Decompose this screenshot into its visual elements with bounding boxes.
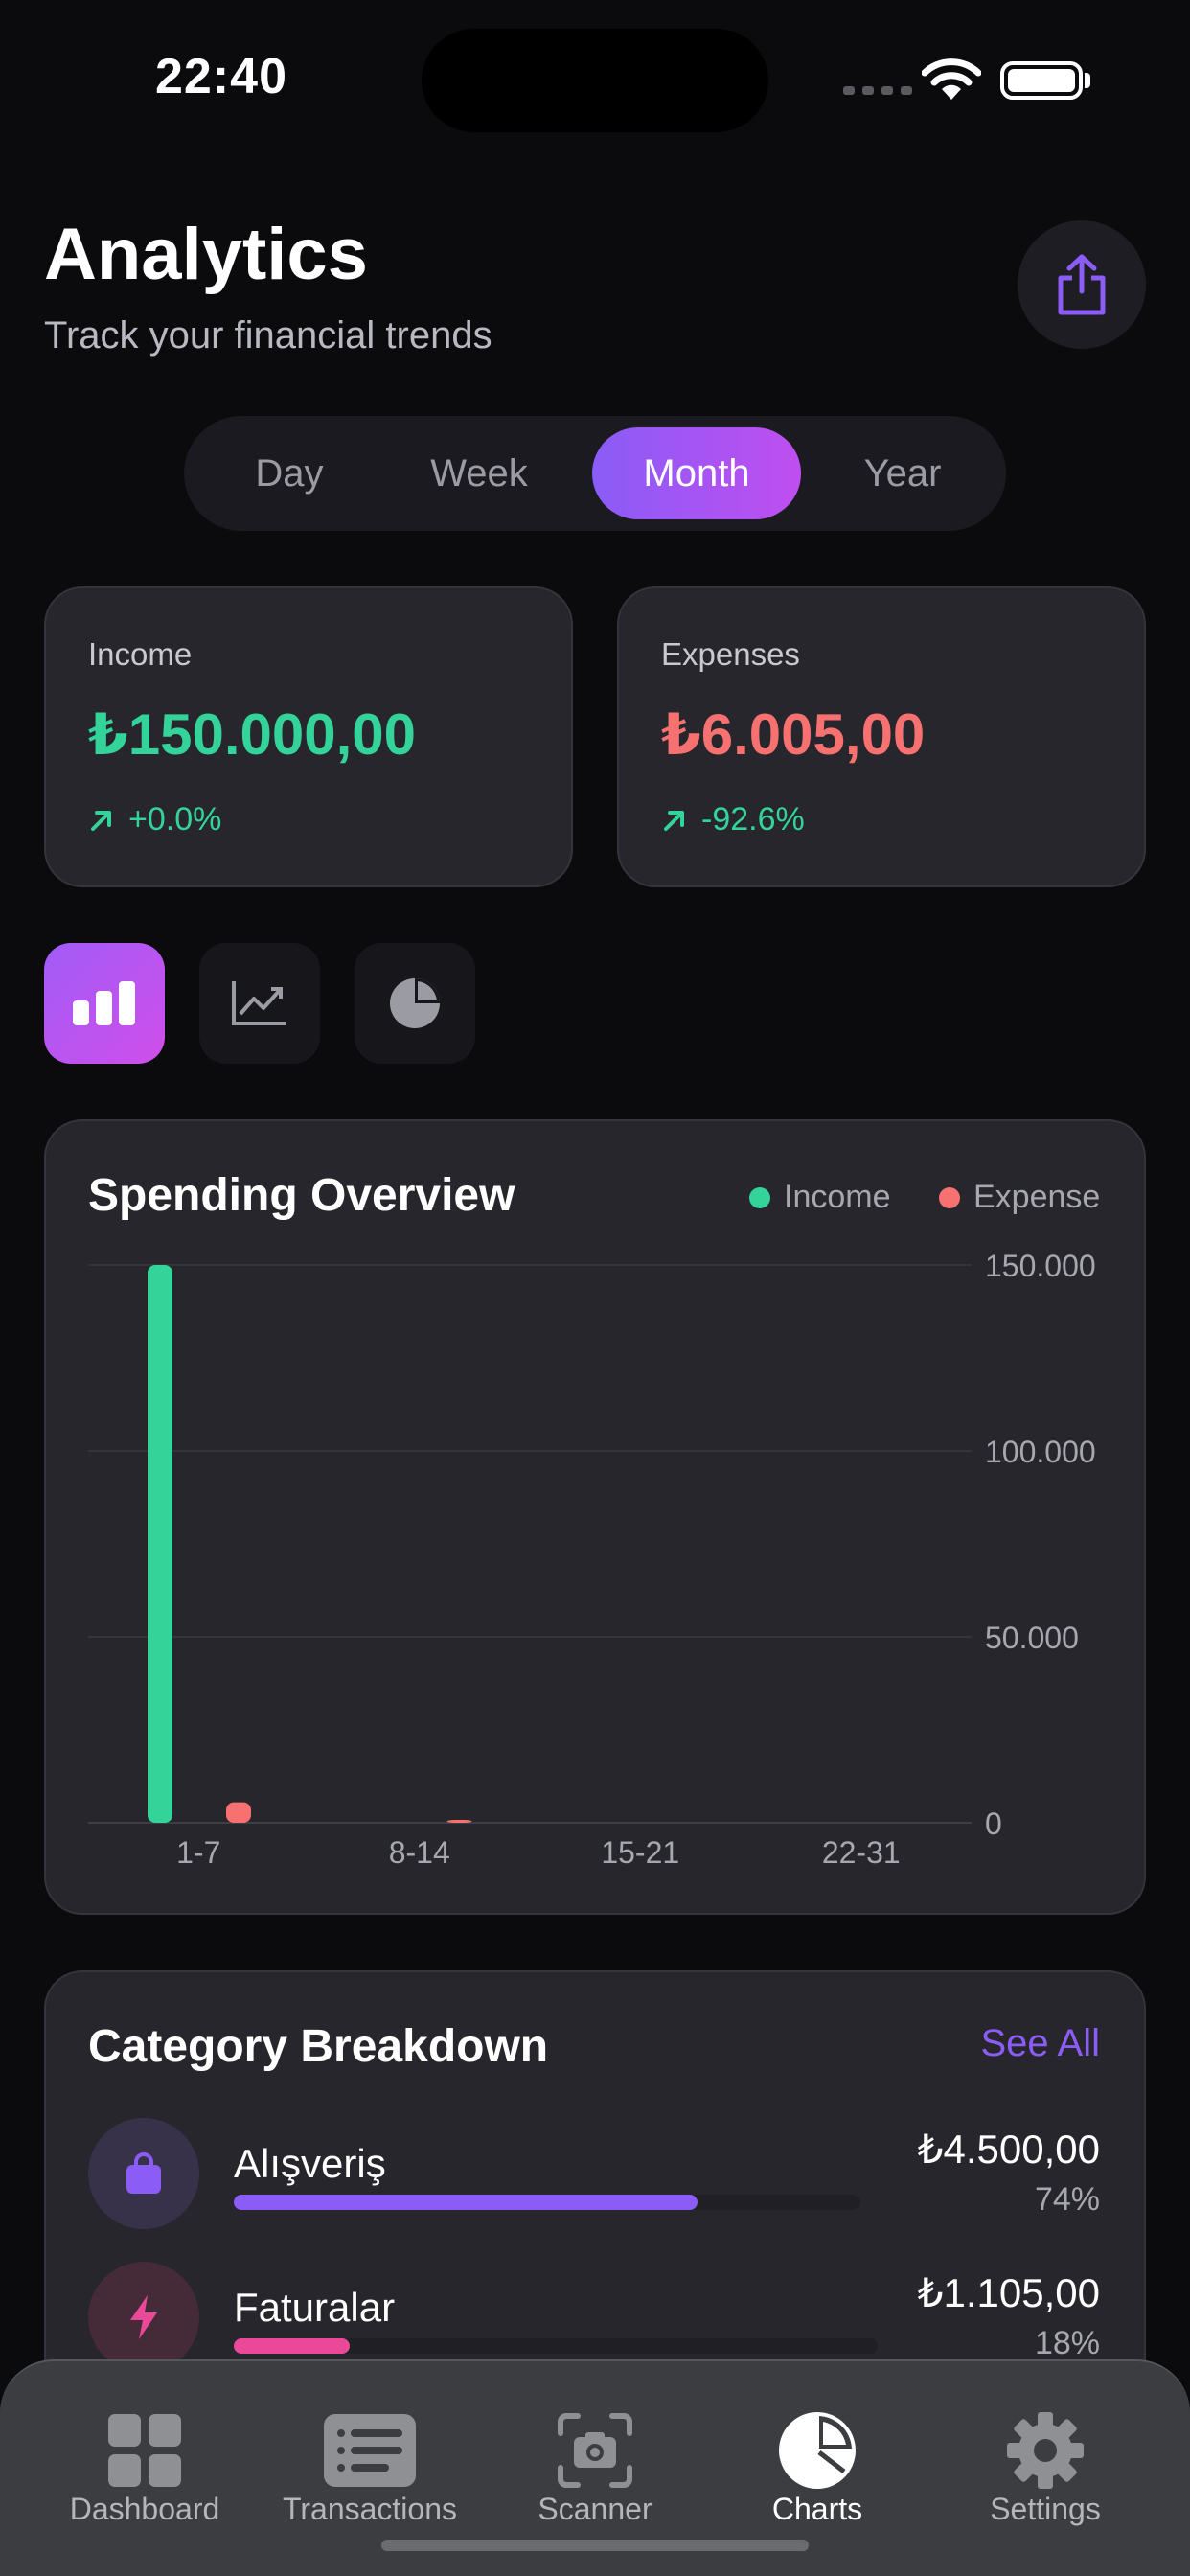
income-change-text: +0.0% bbox=[128, 801, 222, 838]
tab-label: Charts bbox=[771, 2492, 863, 2526]
expenses-label: Expenses bbox=[661, 636, 800, 672]
share-button[interactable] bbox=[1018, 220, 1146, 349]
category-progress-track bbox=[234, 2195, 860, 2210]
income-label: Income bbox=[88, 636, 193, 672]
x-tick-label: 15-21 bbox=[601, 1835, 679, 1870]
income-card[interactable]: Income ₺150.000,00 +0.0% bbox=[44, 586, 573, 887]
line-chart-icon bbox=[232, 981, 286, 1025]
period-day[interactable]: Day bbox=[203, 427, 376, 519]
category-name: Faturalar bbox=[234, 2285, 396, 2330]
tab-label: Transactions bbox=[283, 2492, 457, 2526]
tab-label: Scanner bbox=[538, 2492, 652, 2526]
cellular-signal-icon bbox=[843, 86, 912, 95]
page-title: Analytics bbox=[44, 214, 368, 295]
charts-icon bbox=[779, 2412, 856, 2489]
tab-label: Settings bbox=[990, 2492, 1101, 2526]
category-percent: 18% bbox=[1034, 2325, 1100, 2361]
expense-bar bbox=[226, 1802, 251, 1823]
y-tick-label: 100.000 bbox=[985, 1435, 1096, 1469]
x-tick-label: 22-31 bbox=[822, 1835, 901, 1870]
lightning-icon bbox=[88, 2262, 199, 2373]
income-bar bbox=[148, 1265, 172, 1823]
x-tick-label: 8-14 bbox=[389, 1835, 450, 1870]
pie-chart-icon bbox=[390, 978, 440, 1028]
y-tick-label: 150.000 bbox=[985, 1249, 1096, 1283]
category-breakdown-title: Category Breakdown bbox=[88, 2021, 549, 2072]
y-tick-label: 0 bbox=[985, 1806, 1002, 1841]
see-all-link[interactable]: See All bbox=[980, 2022, 1100, 2065]
bar-chart-icon bbox=[73, 981, 135, 1025]
period-month[interactable]: Month bbox=[592, 427, 801, 519]
expense-bar bbox=[446, 1820, 472, 1823]
transactions-icon bbox=[324, 2414, 416, 2487]
category-amount: ₺4.500,00 bbox=[917, 2127, 1100, 2172]
category-progress-fill bbox=[234, 2195, 698, 2210]
shopping-bag-icon bbox=[88, 2118, 199, 2229]
category-name: Alışveriş bbox=[234, 2141, 386, 2186]
period-selector: Day Week Month Year bbox=[184, 416, 1006, 531]
expenses-card[interactable]: Expenses ₺6.005,00 -92.6% bbox=[617, 586, 1146, 887]
tab-charts[interactable]: Charts bbox=[740, 2409, 895, 2527]
wifi-icon bbox=[921, 58, 982, 106]
y-tick-label: 50.000 bbox=[985, 1621, 1079, 1655]
settings-icon bbox=[1007, 2412, 1084, 2489]
x-tick-label: 1-7 bbox=[176, 1835, 220, 1870]
period-week[interactable]: Week bbox=[385, 427, 573, 519]
tab-scanner[interactable]: Scanner bbox=[517, 2409, 673, 2527]
expenses-change: -92.6% bbox=[661, 801, 805, 839]
scanner-icon bbox=[558, 2413, 632, 2488]
tab-transactions[interactable]: Transactions bbox=[274, 2409, 466, 2527]
income-change: +0.0% bbox=[88, 801, 221, 839]
spending-overview-card: Spending Overview Income Expense 0 50.000… bbox=[44, 1119, 1146, 1915]
arrow-up-right-icon bbox=[91, 810, 111, 831]
page-subtitle: Track your financial trends bbox=[44, 314, 492, 356]
expenses-change-text: -92.6% bbox=[701, 801, 805, 838]
category-percent: 74% bbox=[1034, 2181, 1100, 2218]
battery-icon bbox=[1000, 61, 1083, 100]
pie-chart-toggle[interactable] bbox=[355, 943, 475, 1064]
category-progress-fill bbox=[234, 2338, 350, 2354]
expenses-value: ₺6.005,00 bbox=[661, 702, 926, 767]
tab-dashboard[interactable]: Dashboard bbox=[65, 2409, 224, 2527]
status-time: 22:40 bbox=[155, 49, 287, 104]
arrow-up-right-icon bbox=[664, 810, 684, 831]
dynamic-island bbox=[422, 29, 768, 132]
income-value: ₺150.000,00 bbox=[88, 702, 417, 767]
tab-label: Dashboard bbox=[69, 2492, 220, 2526]
dashboard-icon bbox=[108, 2414, 181, 2487]
bar-chart-toggle[interactable] bbox=[44, 943, 165, 1064]
category-progress-track bbox=[234, 2338, 878, 2354]
tab-settings[interactable]: Settings bbox=[968, 2409, 1123, 2527]
share-icon bbox=[1058, 254, 1106, 315]
home-indicator bbox=[381, 2540, 809, 2551]
spending-bar-chart: 0 50.000 100.000 150.000 1-7 8-14 15-21 22-31 bbox=[88, 1249, 1096, 1870]
line-chart-toggle[interactable] bbox=[199, 943, 320, 1064]
category-amount: ₺1.105,00 bbox=[917, 2270, 1100, 2315]
period-year[interactable]: Year bbox=[816, 427, 989, 519]
